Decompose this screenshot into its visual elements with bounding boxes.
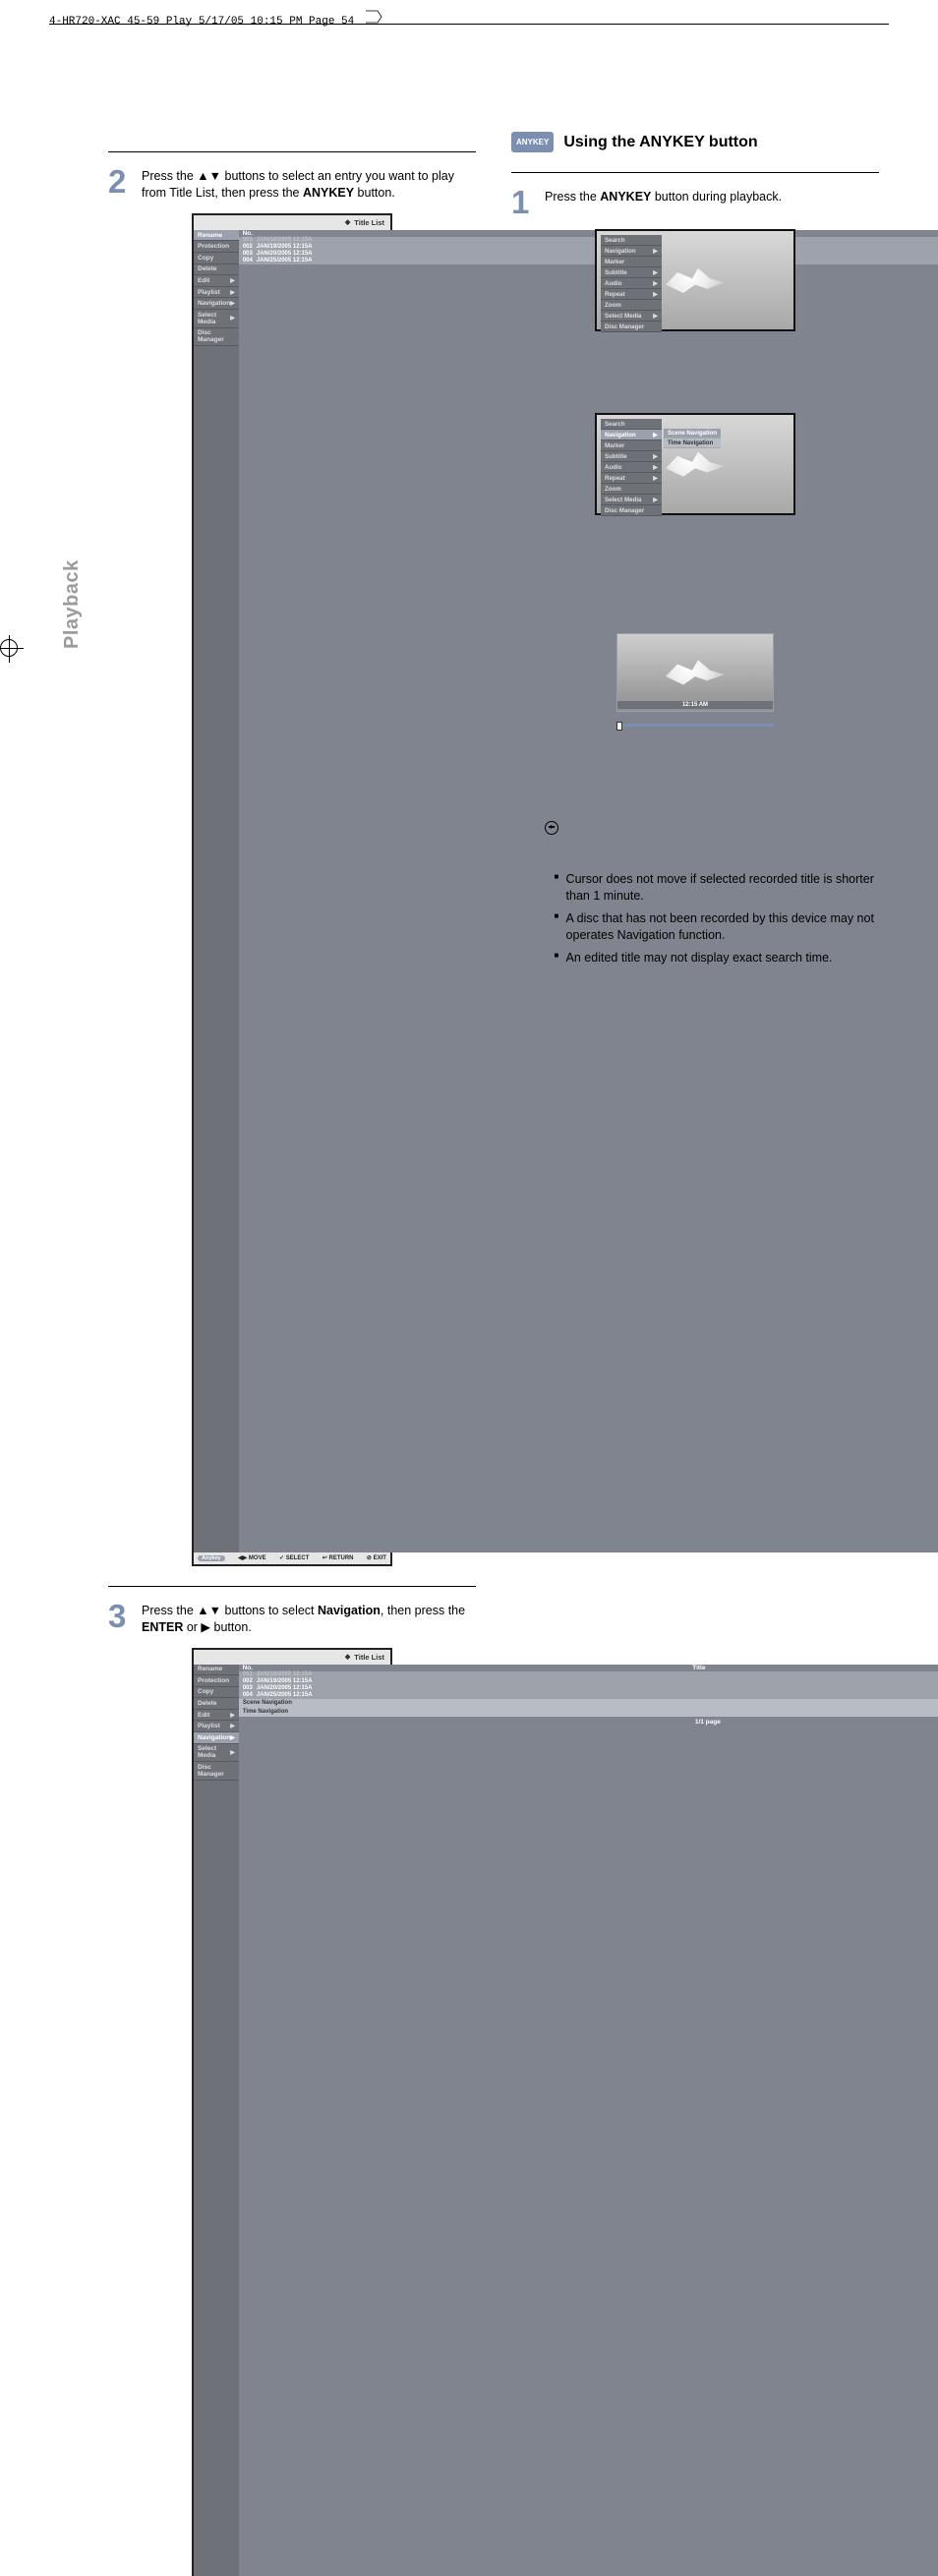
- menu-copy: Copy: [194, 253, 239, 264]
- left-column: 2 Press the ▲▼ buttons to select an entr…: [108, 132, 476, 2576]
- top-rule: [49, 24, 889, 25]
- registration-mark-left: [0, 635, 24, 663]
- menu-subtitle: Subtitle▶: [601, 267, 662, 278]
- separator: [108, 151, 476, 152]
- step-number: 1: [511, 187, 535, 217]
- menu-navigation: Navigation▶: [601, 246, 662, 257]
- submenu: Scene Navigation Time Navigation: [664, 429, 721, 448]
- separator: [511, 172, 879, 173]
- step-number: 3: [108, 1601, 132, 1631]
- menu-edit: Edit▶: [194, 275, 239, 287]
- osd-anykey-navigation: Search Navigation▶ Marker Subtitle▶ Audi…: [595, 413, 795, 515]
- menu-playlist: Playlist▶: [194, 287, 239, 299]
- menu-rename: Rename: [194, 230, 239, 242]
- anykey-badge: ANYKEY: [511, 132, 554, 152]
- menu-select-media: Select Media▶: [194, 310, 239, 328]
- menu-select-media: Select Media▶: [601, 311, 662, 322]
- print-header: 4-HR720-XAC_45-59_Play 5/17/05 10:15 PM …: [49, 10, 382, 28]
- footer-anykey: Anykey: [198, 1555, 225, 1561]
- submenu-scene-nav: Scene Navigation: [664, 429, 721, 439]
- menu-audio: Audio▶: [601, 278, 662, 289]
- menu-repeat: Repeat▶: [601, 289, 662, 300]
- menu-navigation: Navigation▶: [194, 298, 239, 310]
- section-title: Using the ANYKEY button: [563, 134, 757, 151]
- step-text: Press the ANYKEY button during playback.: [545, 187, 782, 205]
- note-block: ✎ NOTE Cursor does not move if selected …: [511, 871, 879, 971]
- step-3: 3 Press the ▲▼ buttons to select Navigat…: [108, 1601, 476, 1636]
- step-number: 2: [108, 166, 132, 197]
- step-text: Press the ▲▼ buttons to select an entry …: [142, 166, 476, 202]
- osd-page-indicator: 1/1 page: [239, 264, 938, 1552]
- section-tab-playback: Playback: [61, 559, 84, 649]
- step-text: Press the ▲▼ buttons to select Navigatio…: [142, 1601, 476, 1636]
- page-fold-icon: [365, 10, 382, 24]
- menu-zoom: Zoom: [601, 300, 662, 311]
- note-item: Cursor does not move if selected recorde…: [555, 871, 879, 905]
- note-item: An edited title may not display exact se…: [555, 950, 879, 966]
- submenu-time-nav: Time Navigation: [664, 439, 721, 448]
- menu-disc-manager: Disc Manager: [601, 322, 662, 332]
- menu-protection: Protection: [194, 241, 239, 253]
- diamond-icon: ◆: [345, 218, 350, 226]
- step-2: 2 Press the ▲▼ buttons to select an entr…: [108, 166, 476, 202]
- osd-left-menu: Rename Protection Copy Delete Edit▶ Play…: [194, 230, 239, 1552]
- step-1-right: 1 Press the ANYKEY button during playbac…: [511, 187, 879, 217]
- note-item: A disc that has not been recorded by thi…: [555, 910, 879, 944]
- osd-title-list-nav: ◆Title List Rename Protection Copy Delet…: [192, 1648, 392, 2576]
- menu-disc-manager: Disc Manager: [194, 328, 239, 347]
- osd-anykey-playback: Search Navigation▶ Marker Subtitle▶ Audi…: [595, 229, 795, 331]
- osd-title-list: ◆ Title List Rename Protection Copy Delet…: [192, 213, 392, 1566]
- menu-search: Search: [601, 235, 662, 246]
- notes-list: Cursor does not move if selected recorde…: [543, 871, 879, 971]
- menu-delete: Delete: [194, 264, 239, 276]
- osd-title: Title List: [354, 218, 384, 227]
- menu-marker: Marker: [601, 257, 662, 267]
- separator: [108, 1586, 476, 1587]
- print-header-text: 4-HR720-XAC_45-59_Play 5/17/05 10:15 PM …: [49, 16, 354, 28]
